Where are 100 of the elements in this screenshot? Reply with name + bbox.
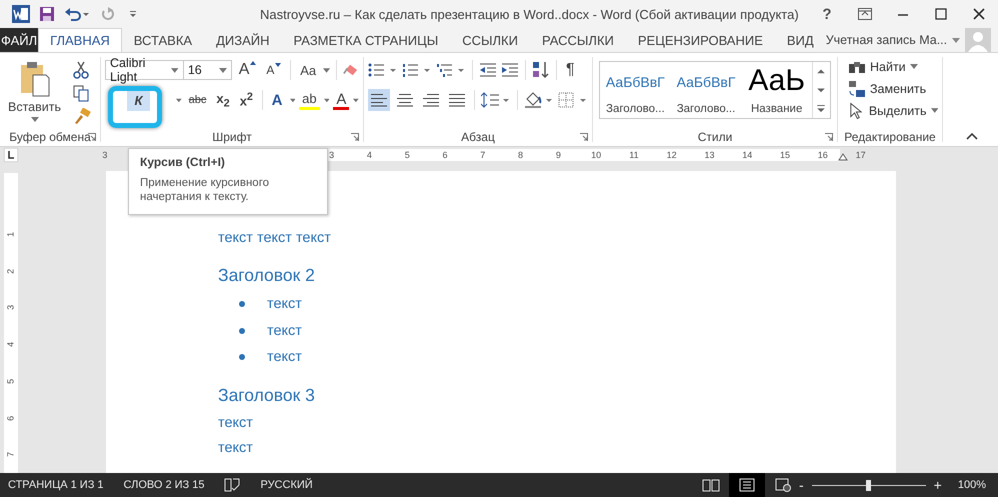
customize-toolbar-icon[interactable] xyxy=(128,8,138,20)
caret-icon[interactable] xyxy=(353,98,359,102)
font-size-field[interactable]: 16 xyxy=(182,60,232,80)
ribbon-tab[interactable]: РАССЫЛКИ xyxy=(530,28,626,52)
heading-text: Заголовок 3 xyxy=(218,384,316,404)
highlight-frame xyxy=(108,86,162,128)
editing-button[interactable]: Заменить xyxy=(870,82,926,96)
ruler-number: 7 xyxy=(479,150,486,160)
help-button[interactable]: ? xyxy=(808,0,846,28)
text-effects-button[interactable]: A xyxy=(268,89,286,111)
align-left-button[interactable] xyxy=(368,89,390,111)
group-label: Шрифт xyxy=(212,130,252,144)
dialog-launcher-icon[interactable] xyxy=(825,133,833,141)
caret-icon[interactable] xyxy=(290,98,296,102)
highlight-button[interactable]: ab xyxy=(299,90,320,110)
dialog-launcher-icon[interactable] xyxy=(580,133,588,141)
eraser-icon[interactable] xyxy=(343,62,359,78)
editing-button[interactable]: Найти xyxy=(870,60,906,74)
clipboard-icon xyxy=(18,61,50,97)
ribbon-tab[interactable]: ВИД xyxy=(774,28,826,52)
ribbon-tab[interactable]: ДИЗАЙН xyxy=(204,28,282,52)
ruler-number: 14 xyxy=(742,150,753,160)
undo-icon[interactable] xyxy=(64,6,90,22)
borders-icon[interactable] xyxy=(558,92,588,108)
view-button[interactable] xyxy=(729,473,765,497)
zoom-level[interactable]: 100% xyxy=(958,479,998,491)
cut-icon[interactable] xyxy=(73,61,89,79)
book-icon xyxy=(702,478,720,492)
ribbon-tab[interactable]: ССЫЛКИ xyxy=(450,28,530,52)
page-count[interactable]: СТРАНИЦА 1 ИЗ 1 xyxy=(8,479,104,491)
zoom-slider-thumb[interactable] xyxy=(866,480,871,491)
font-color-button[interactable]: A xyxy=(333,90,350,110)
style-item[interactable]: АаБбВвГ Заголово... xyxy=(670,62,742,118)
grow-font-button[interactable]: A xyxy=(236,59,260,81)
multilevel-list-icon[interactable] xyxy=(436,62,466,78)
caret-icon xyxy=(952,38,960,42)
group-label: Абзац xyxy=(461,130,495,144)
page-icon xyxy=(739,478,755,492)
shading-icon[interactable] xyxy=(524,91,554,109)
caret-icon[interactable] xyxy=(176,98,182,102)
ribbon-tab[interactable]: РЕЦЕНЗИРОВАНИЕ xyxy=(626,28,775,52)
increase-indent-icon[interactable] xyxy=(501,62,519,78)
heading-text: Заголовок 2 xyxy=(218,265,316,285)
language-indicator[interactable]: РУССКИЙ xyxy=(260,479,313,491)
ribbon-tab[interactable]: ВСТАВКА xyxy=(122,28,204,52)
change-case-button[interactable]: Aa xyxy=(297,59,320,81)
ruler-number: 5 xyxy=(404,150,411,160)
paste-button[interactable]: Вставить xyxy=(4,59,65,128)
caret-icon[interactable] xyxy=(324,98,330,102)
numbering-icon[interactable] xyxy=(402,62,432,78)
zoom-out-button[interactable]: - xyxy=(799,477,804,493)
dialog-launcher-icon[interactable] xyxy=(351,133,359,141)
list-item-text: текст xyxy=(267,296,302,312)
sort-icon[interactable] xyxy=(532,61,550,79)
ribbon-tab[interactable]: ГЛАВНАЯ xyxy=(38,28,122,52)
style-item[interactable]: АаБбВвГ Заголово... xyxy=(600,62,671,118)
window-title: Nastroyvse.ru – Как сделать презентацию в Word..docx - Word (Сбой активации продукта) xyxy=(260,6,799,22)
format-button[interactable]: x$^{2}$ xyxy=(236,89,256,111)
body-text: текст xyxy=(218,414,254,432)
zoom-in-button[interactable]: + xyxy=(934,477,942,493)
ruler-number: 3 xyxy=(328,150,336,160)
down-triangle-icon xyxy=(275,63,282,67)
caret-icon[interactable] xyxy=(323,68,330,72)
word-count[interactable]: СЛОВО 2 ИЗ 15 xyxy=(124,479,204,491)
ribbon-tab[interactable]: РАЗМЕТКА СТРАНИЦЫ xyxy=(282,28,450,52)
collapse-ribbon-icon[interactable] xyxy=(966,132,978,140)
line-spacing-icon[interactable] xyxy=(481,92,511,108)
tab-stop-icon[interactable] xyxy=(4,148,18,162)
save-icon[interactable] xyxy=(39,6,55,22)
account-menu[interactable]: Учетная запись Ма... xyxy=(826,33,948,47)
caret-icon[interactable] xyxy=(910,64,918,69)
ruler-number: 2 xyxy=(5,268,17,276)
close-icon xyxy=(973,8,985,20)
editing-button[interactable]: Выделить xyxy=(868,104,927,118)
ruler-number: 8 xyxy=(517,150,524,160)
zoom-slider[interactable] xyxy=(812,478,926,492)
ruler-number: 3 xyxy=(101,150,108,160)
group-label: Буфер обмена xyxy=(9,130,91,144)
align-lines-icon xyxy=(423,93,439,107)
caret-icon[interactable] xyxy=(930,108,938,113)
file-tab[interactable]: ФАЙЛ xyxy=(0,28,38,52)
format-button[interactable]: abc xyxy=(186,89,210,111)
ruler-number: 1 xyxy=(5,230,17,239)
show-formatting-button[interactable]: ¶ xyxy=(563,59,578,81)
align-lines-icon xyxy=(371,93,387,107)
cursor-arrow-icon xyxy=(848,102,865,120)
ruler-number: 13 xyxy=(704,150,715,160)
format-button[interactable]: К xyxy=(127,89,150,111)
word-logo-icon xyxy=(12,5,30,23)
style-item[interactable]: АаЬ Название xyxy=(741,62,812,118)
indent-marker-icon[interactable] xyxy=(838,153,848,161)
copy-icon[interactable] xyxy=(73,85,89,102)
shrink-font-button[interactable]: A xyxy=(263,59,284,81)
format-button[interactable]: x$_{2}$ xyxy=(213,89,233,111)
ruler-number: 15 xyxy=(780,150,791,160)
bullets-icon[interactable] xyxy=(368,62,398,78)
proofing-icon[interactable] xyxy=(224,478,240,492)
ruler-number: 10 xyxy=(590,150,602,160)
decrease-indent-icon[interactable] xyxy=(479,62,497,78)
ruler-number: 7 xyxy=(5,451,17,460)
